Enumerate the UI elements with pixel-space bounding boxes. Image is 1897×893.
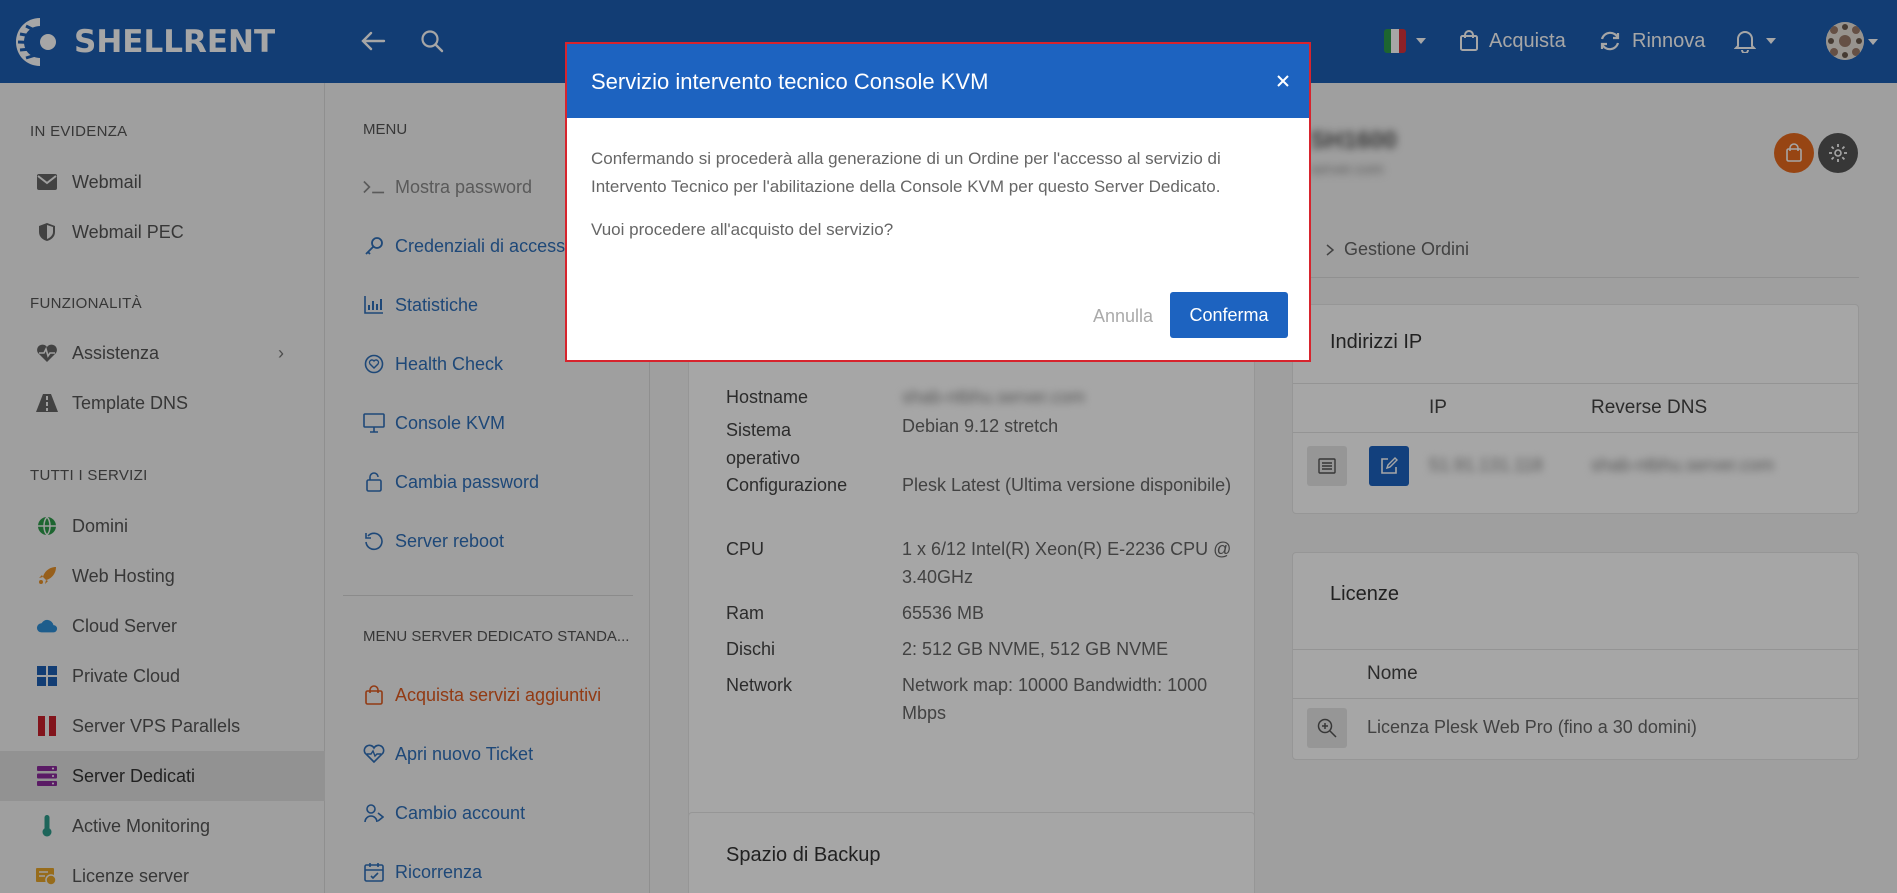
dialog-title: Servizio intervento tecnico Console KVM (591, 69, 989, 94)
dialog-body: Confermando si procederà alla generazion… (591, 149, 1221, 196)
cancel-button[interactable]: Annulla (1081, 296, 1165, 336)
close-icon[interactable] (1271, 69, 1295, 93)
confirm-button[interactable]: Conferma (1170, 292, 1288, 338)
kvm-service-dialog: Servizio intervento tecnico Console KVM … (565, 42, 1311, 362)
dialog-question: Vuoi procedere all'acquisto del servizio… (591, 220, 894, 239)
dialog-header: Servizio intervento tecnico Console KVM (567, 44, 1309, 118)
